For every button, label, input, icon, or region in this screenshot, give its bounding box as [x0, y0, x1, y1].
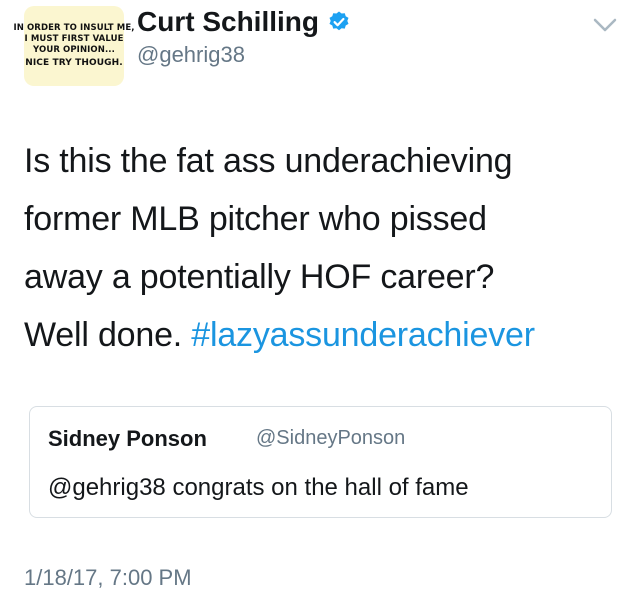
- tweet-text-line: away a potentially HOF career?: [24, 258, 495, 296]
- avatar-text-line: YOUR OPINION...: [33, 45, 115, 55]
- tweet-text-line: former MLB pitcher who pissed: [24, 200, 487, 238]
- tweet-text-line: Is this the fat ass underachieving: [24, 142, 513, 180]
- avatar-text-line: I MUST FIRST VALUE: [24, 34, 124, 44]
- chevron-down-icon[interactable]: [592, 16, 618, 34]
- author-display-name[interactable]: Curt Schilling: [137, 6, 319, 38]
- tweet-text-line-last: Well done. #lazyassunderachiever: [24, 306, 624, 364]
- hashtag-link[interactable]: #lazyassunderachiever: [191, 316, 535, 354]
- quoted-display-name: Sidney Ponson: [48, 426, 207, 451]
- author-handle[interactable]: @gehrig38: [137, 42, 245, 68]
- author-avatar[interactable]: IN ORDER TO INSULT ME, I MUST FIRST VALU…: [13, 6, 134, 86]
- quoted-tweet-text: @gehrig38 congrats on the hall of fame: [48, 474, 469, 501]
- tweet-text-line: Well done.: [24, 316, 192, 354]
- quoted-tweet-card[interactable]: Sidney Ponson @SidneyPonson @gehrig38 co…: [29, 406, 612, 518]
- avatar-text-line: NICE TRY THOUGH.: [25, 58, 123, 68]
- tweet-text: Is this the fat ass underachieving forme…: [24, 132, 624, 364]
- avatar-text-line: IN ORDER TO INSULT ME,: [13, 23, 135, 33]
- quoted-handle: @SidneyPonson: [256, 427, 406, 449]
- author-name-row[interactable]: Curt Schilling: [137, 4, 351, 40]
- verified-badge-icon: [329, 11, 349, 31]
- tweet-timestamp[interactable]: 1/18/17, 7:00 PM: [24, 565, 192, 591]
